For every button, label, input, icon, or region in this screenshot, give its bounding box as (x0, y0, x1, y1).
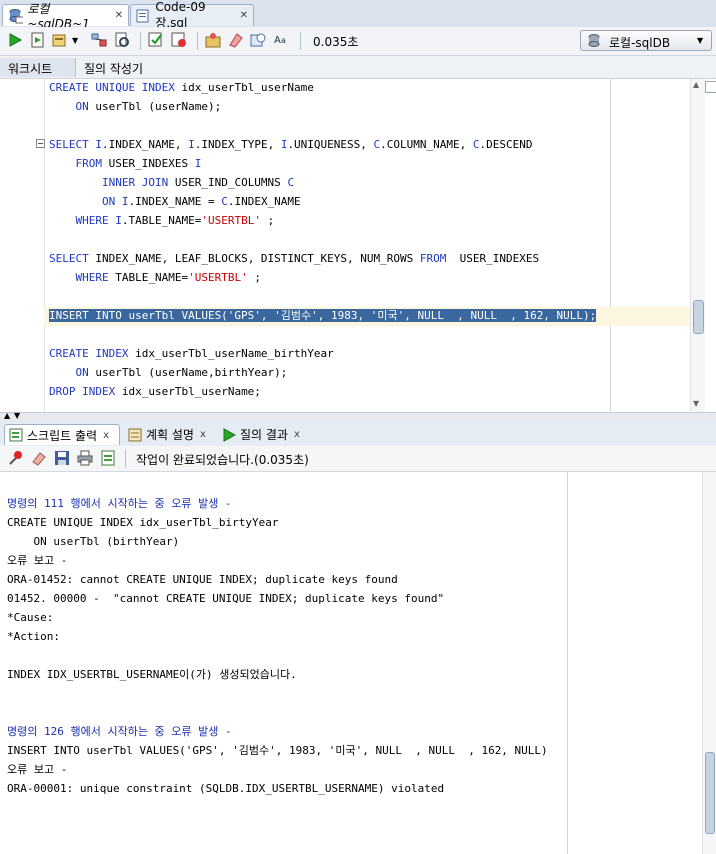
close-icon[interactable]: x (200, 429, 206, 440)
worksheet-toolbar: ▼ Aa 0.035초 로컬-sqlDB ▼ (0, 27, 716, 56)
run-statement-icon[interactable] (7, 32, 23, 48)
commit-dropdown-icon[interactable] (52, 32, 68, 48)
scroll-down-icon[interactable]: ▼ (693, 399, 699, 408)
clear-icon[interactable] (228, 32, 244, 48)
commit-icon[interactable] (148, 32, 164, 48)
close-icon[interactable]: ✕ (115, 10, 123, 21)
svg-text:A: A (274, 35, 281, 46)
autotrace-icon[interactable] (114, 32, 130, 48)
error-header-line: 명령의 111 행에서 시작하는 중 오류 발생 - (7, 497, 232, 510)
print-icon[interactable] (77, 450, 93, 466)
rollback-icon[interactable] (171, 32, 187, 48)
code-line: ON userTbl (userName,birthYear); (75, 366, 288, 379)
output-toolbar: 작업이 완료되었습니다.(0.035초) (0, 446, 716, 472)
sql-history-icon[interactable] (250, 32, 266, 48)
explain-plan-icon (128, 428, 142, 441)
sql-editor[interactable]: − CREATE UNIQUE INDEX idx_userTbl_userNa… (0, 79, 716, 412)
format-icon[interactable]: Aa (273, 32, 289, 48)
tab-code-file[interactable]: Code-09장.sql ✕ (130, 0, 254, 30)
code-line: SELECT I.INDEX_NAME, I.INDEX_TYPE, I.UNI… (49, 138, 533, 151)
database-icon (588, 34, 600, 47)
pin-icon[interactable] (8, 450, 24, 466)
script-output-icon (9, 428, 23, 442)
output-line: CREATE UNIQUE INDEX idx_userTbl_birtyYea… (7, 516, 279, 529)
collapse-icon[interactable]: − (36, 139, 45, 148)
output-line: ON userTbl (birthYear) (7, 535, 180, 548)
explain-plan-icon[interactable] (91, 32, 107, 48)
code-line: INSERT INTO userTbl VALUES('GPS', '김범수',… (49, 309, 597, 322)
script-output[interactable]: 명령의 111 행에서 시작하는 중 오류 발생 - CREATE UNIQUE … (0, 472, 716, 854)
tab-worksheet-view[interactable]: 워크시트 (0, 58, 76, 77)
code-line: FROM USER_INDEXES I (75, 157, 202, 170)
editor-corner-box (705, 81, 716, 93)
tab-query-builder[interactable]: 질의 작성기 (76, 58, 166, 77)
output-line: ORA-00001: unique constraint (SQLDB.IDX_… (7, 782, 445, 795)
editor-tab-bar: 로컬~sqlDB~1 ✕ Code-09장.sql ✕ (0, 0, 716, 31)
output-vertical-scrollbar[interactable] (702, 472, 716, 854)
eraser-icon[interactable] (31, 450, 47, 466)
scroll-up-icon[interactable]: ▲ (693, 80, 699, 89)
close-icon[interactable]: ✕ (240, 10, 248, 21)
code-line: SELECT INDEX_NAME, LEAF_BLOCKS, DISTINCT… (49, 252, 540, 265)
code-line: WHERE I.TABLE_NAME='USERTBL' ; (75, 214, 275, 227)
query-result-icon (223, 427, 236, 442)
worksheet-subtabs: 워크시트 질의 작성기 (0, 56, 716, 79)
sql-worksheet-icon (9, 8, 24, 23)
output-line: 오류 보고 - (7, 554, 68, 567)
output-line: ORA-01452: cannot CREATE UNIQUE INDEX; d… (7, 573, 398, 586)
tab-query-builder-label: 질의 작성기 (84, 62, 144, 76)
code-line: DROP INDEX idx_userTbl_userName; (49, 385, 261, 398)
output-line: 01452. 00000 - "cannot CREATE UNIQUE IND… (7, 592, 445, 605)
tab-explain-plan[interactable]: 계획 설명 x (124, 424, 218, 445)
code-line: CREATE UNIQUE INDEX idx_userTbl_userName (49, 81, 314, 94)
tab-worksheet-view-label: 워크시트 (8, 62, 53, 76)
code-line: WHERE TABLE_NAME='USERTBL' ; (75, 271, 261, 284)
code-line: ON userTbl (userName); (75, 100, 222, 113)
tab-query-result[interactable]: 질의 결과 x (218, 424, 312, 445)
output-scroll-thumb[interactable] (705, 752, 715, 834)
tab-worksheet[interactable]: 로컬~sqlDB~1 ✕ (2, 2, 129, 31)
close-icon[interactable]: x (103, 430, 109, 441)
code-line: ON I.INDEX_NAME = C.INDEX_NAME (101, 195, 301, 208)
line-gutter: − (0, 79, 45, 412)
code-line: CREATE INDEX idx_userTbl_userName_birthY… (49, 347, 334, 360)
connection-label: 로컬-sqlDB (609, 36, 671, 50)
status-message: 작업이 완료되었습니다.(0.035초) (136, 453, 309, 467)
svg-text:a: a (281, 36, 286, 45)
sql-file-icon (136, 9, 149, 22)
connection-select[interactable]: 로컬-sqlDB ▼ (580, 30, 712, 51)
tab-script-output-label: 스크립트 출력 (27, 428, 98, 443)
tab-script-output[interactable]: 스크립트 출력 x (4, 424, 120, 445)
output-tabs: 스크립트 출력 x 계획 설명 x 질의 결과 x (0, 422, 716, 447)
close-icon[interactable]: x (294, 429, 300, 440)
error-header-line: 명령의 126 행에서 시작하는 중 오류 발생 - (7, 725, 232, 738)
chevron-down-icon[interactable]: ▼ (72, 36, 78, 45)
expand-up-icon[interactable]: ▲ (4, 411, 10, 420)
code-line: INNER JOIN USER_IND_COLUMNS C (101, 176, 295, 189)
output-line: 오류 보고 - (7, 763, 68, 776)
document-icon[interactable] (100, 450, 116, 466)
execution-time: 0.035초 (313, 35, 359, 49)
output-line: *Cause: (7, 611, 54, 624)
editor-vertical-scrollbar[interactable]: ▲ ▼ (690, 79, 705, 412)
output-line: INDEX IDX_USERTBL_USERNAME이(가) 생성되었습니다. (7, 668, 297, 681)
editor-scroll-thumb[interactable] (693, 300, 704, 334)
collapse-down-icon[interactable]: ▼ (14, 411, 20, 420)
tab-explain-plan-label: 계획 설명 (146, 428, 194, 442)
unshared-sql-icon[interactable] (205, 32, 221, 48)
save-icon[interactable] (54, 450, 70, 466)
run-script-icon[interactable] (30, 32, 46, 48)
tab-query-result-label: 질의 결과 (240, 428, 288, 442)
output-line: *Action: (7, 630, 60, 643)
chevron-down-icon: ▼ (697, 36, 704, 45)
output-line: INSERT INTO userTbl VALUES('GPS', '김범수',… (7, 744, 548, 757)
